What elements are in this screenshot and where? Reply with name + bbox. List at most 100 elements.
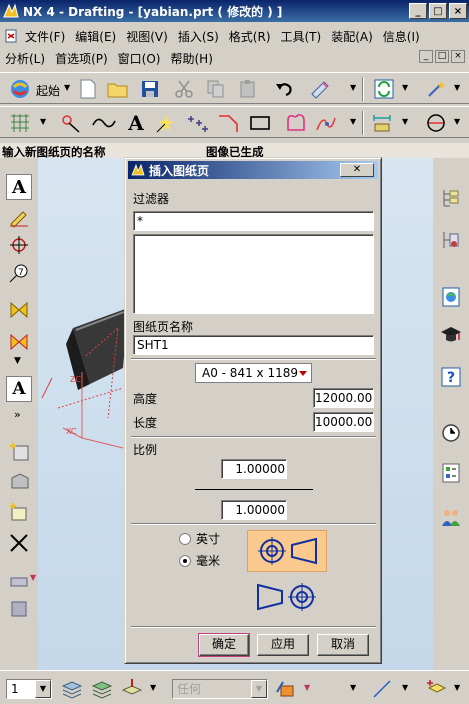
start-icon[interactable] xyxy=(8,77,32,101)
base-view-icon[interactable] xyxy=(6,468,32,494)
weld-symbol-icon[interactable] xyxy=(6,296,32,322)
start-dropdown-icon[interactable]: ▼ xyxy=(64,83,70,92)
cut-icon[interactable] xyxy=(172,77,196,101)
roles-icon[interactable] xyxy=(438,504,464,530)
work-layer-select[interactable]: 1 ▼ xyxy=(6,679,52,699)
bottom-end-more-icon[interactable]: ▼ xyxy=(454,683,460,692)
menu-file[interactable]: 文件(F) xyxy=(20,28,70,45)
section-dropdown-icon[interactable]: ▼ xyxy=(30,573,36,582)
height-input[interactable]: 12000.00 xyxy=(313,388,374,408)
maximize-button[interactable]: □ xyxy=(429,3,447,19)
chamfer-line-icon[interactable] xyxy=(216,111,240,135)
dimension-dropdown-icon[interactable]: ▼ xyxy=(402,117,408,126)
menu-tools[interactable]: 工具(T) xyxy=(276,28,327,45)
edit-text-icon[interactable] xyxy=(6,204,32,230)
inch-radio-dot[interactable] xyxy=(179,532,191,545)
apply-button[interactable]: 应用 xyxy=(257,634,309,656)
sheet-name-input[interactable]: SHT1 xyxy=(133,335,374,355)
new-file-icon[interactable] xyxy=(76,77,100,101)
left-toolbar-more-icon[interactable]: ▼ xyxy=(14,356,21,366)
point-set-icon[interactable] xyxy=(186,111,210,135)
menu-format[interactable]: 格式(R) xyxy=(224,28,276,45)
dialog-close-button[interactable]: ✕ xyxy=(340,163,374,177)
text-icon[interactable]: A xyxy=(124,111,148,135)
scale-numerator-input[interactable]: 1.00000 xyxy=(221,459,287,479)
selection-dropdown-icon[interactable]: ▼ xyxy=(304,683,310,692)
edit-annotation-icon[interactable]: A xyxy=(6,376,32,402)
paste-icon[interactable] xyxy=(236,77,260,101)
edit-object-icon[interactable] xyxy=(308,77,332,101)
unit-inch-radio[interactable]: 英寸 xyxy=(179,530,220,547)
toolbar2-end-more-icon[interactable]: ▼ xyxy=(454,117,460,126)
snap-line-icon[interactable] xyxy=(370,677,394,701)
curve-edit-icon[interactable] xyxy=(314,111,338,135)
cancel-button[interactable]: 取消 xyxy=(317,634,369,656)
part-navigator-icon[interactable] xyxy=(438,186,464,212)
layer-settings-icon[interactable] xyxy=(60,677,84,701)
menu-info[interactable]: 信息(I) xyxy=(378,28,425,45)
left-toolbar-expand-icon[interactable]: » xyxy=(14,408,21,421)
filter-input[interactable]: * xyxy=(133,211,374,231)
point-icon[interactable] xyxy=(154,111,178,135)
menu-help[interactable]: 帮助(H) xyxy=(165,50,217,67)
section-view-icon[interactable] xyxy=(6,568,32,594)
sheet-list[interactable] xyxy=(133,234,374,314)
ok-button[interactable]: 确定 xyxy=(198,633,250,657)
detail-view-icon[interactable] xyxy=(6,596,32,622)
start-button-label[interactable]: 起始 xyxy=(36,82,60,99)
projected-view-icon[interactable] xyxy=(6,500,32,526)
history-clock-icon[interactable] xyxy=(438,420,464,446)
selection-box-icon[interactable] xyxy=(274,677,298,701)
scale-denominator-input[interactable]: 1.00000 xyxy=(221,500,287,520)
minimize-button[interactable]: _ xyxy=(409,3,427,19)
rectangle-icon[interactable] xyxy=(248,111,272,135)
layer-visible-icon[interactable] xyxy=(90,677,114,701)
toolbar1-more-icon[interactable]: ▼ xyxy=(350,83,356,92)
copy-icon[interactable] xyxy=(204,77,228,101)
size-chevron-down-icon[interactable] xyxy=(299,371,307,376)
close-button[interactable]: × xyxy=(449,3,467,19)
dimension-icon[interactable] xyxy=(370,111,394,135)
type-filter-select[interactable]: 任何 ▼ xyxy=(172,679,268,699)
bottom-more-icon[interactable]: ▼ xyxy=(350,683,356,692)
spline-icon[interactable] xyxy=(92,111,116,135)
menu-insert[interactable]: 插入(S) xyxy=(173,28,224,45)
first-angle-projection-button[interactable] xyxy=(247,530,327,572)
refresh-icon[interactable] xyxy=(372,77,396,101)
remove-view-icon[interactable] xyxy=(6,530,32,556)
menu-preferences[interactable]: 首选项(P) xyxy=(50,50,113,67)
annotation-icon[interactable]: A xyxy=(6,174,32,200)
magic-wand-icon[interactable] xyxy=(424,77,448,101)
menu-assembly[interactable]: 装配(A) xyxy=(326,28,378,45)
save-icon[interactable] xyxy=(138,77,162,101)
palette-icon[interactable] xyxy=(438,460,464,486)
add-snap-icon[interactable] xyxy=(424,677,448,701)
layer-toolbar-more-icon[interactable]: ▼ xyxy=(150,683,156,692)
move-to-layer-icon[interactable] xyxy=(120,677,144,701)
center-mark-icon[interactable] xyxy=(6,232,32,258)
view-icon[interactable] xyxy=(424,111,448,135)
training-icon[interactable] xyxy=(438,322,464,348)
id-symbol-icon[interactable]: 7 xyxy=(6,260,32,286)
help-icon[interactable]: ? xyxy=(438,364,464,390)
line-icon[interactable] xyxy=(60,111,84,135)
sheet-size-select[interactable]: A0 - 841 x 1189 xyxy=(195,363,312,383)
unit-mm-radio[interactable]: 毫米 xyxy=(179,552,220,569)
length-input[interactable]: 10000.00 xyxy=(313,412,374,432)
snap-dropdown-icon[interactable]: ▼ xyxy=(402,683,408,692)
menu-view[interactable]: 视图(V) xyxy=(121,28,173,45)
doc-minimize-button[interactable]: _ xyxy=(419,50,433,63)
toolbar1-end-more-icon[interactable]: ▼ xyxy=(454,83,460,92)
doc-restore-button[interactable]: □ xyxy=(435,50,449,63)
menu-window[interactable]: 窗口(O) xyxy=(113,50,166,67)
menu-analysis[interactable]: 分析(L) xyxy=(0,50,50,67)
undo-icon[interactable] xyxy=(272,77,296,101)
filter-chevron-down-icon[interactable]: ▼ xyxy=(251,680,267,698)
toolbar2-more-icon[interactable]: ▼ xyxy=(350,117,356,126)
refresh-dropdown-icon[interactable]: ▼ xyxy=(402,83,408,92)
grid-dropdown-icon[interactable]: ▼ xyxy=(40,117,46,126)
menu-edit[interactable]: 编辑(E) xyxy=(70,28,121,45)
mm-radio-dot[interactable] xyxy=(179,554,191,567)
web-browser-icon[interactable] xyxy=(438,284,464,310)
sketch-shape-icon[interactable] xyxy=(284,111,308,135)
